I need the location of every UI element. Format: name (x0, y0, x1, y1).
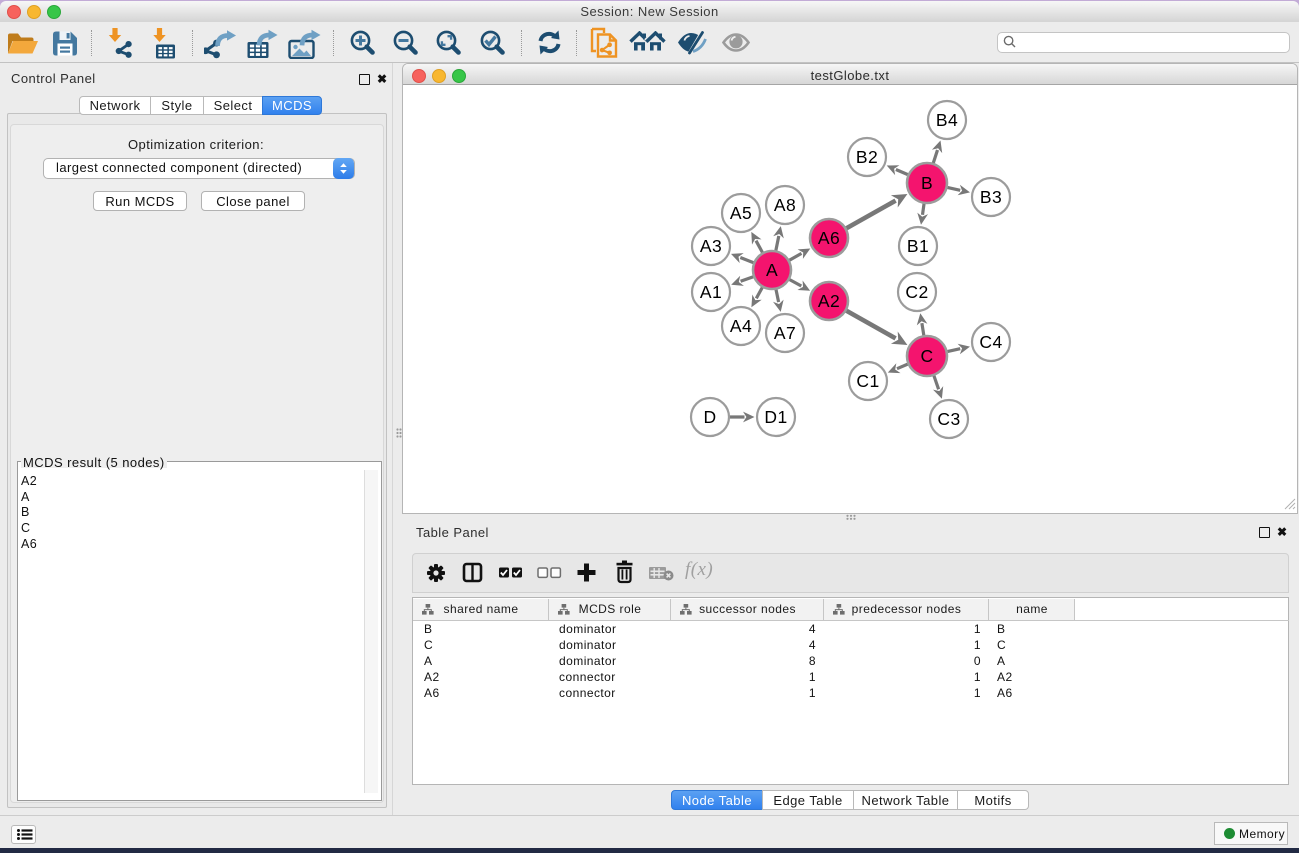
svg-text:A4: A4 (730, 316, 752, 336)
svg-text:B2: B2 (856, 147, 878, 167)
svg-text:A5: A5 (730, 203, 752, 223)
svg-text:A3: A3 (700, 236, 722, 256)
svg-text:C4: C4 (979, 332, 1002, 352)
svg-text:B3: B3 (980, 187, 1002, 207)
svg-text:C1: C1 (856, 371, 879, 391)
svg-text:A7: A7 (774, 323, 796, 343)
svg-text:B1: B1 (907, 236, 929, 256)
svg-text:C3: C3 (937, 409, 960, 429)
svg-text:A8: A8 (774, 195, 796, 215)
svg-text:C2: C2 (905, 282, 928, 302)
svg-text:A2: A2 (818, 291, 840, 311)
svg-text:B: B (921, 173, 933, 193)
svg-text:D1: D1 (764, 407, 787, 427)
svg-text:B4: B4 (936, 110, 958, 130)
svg-text:A1: A1 (700, 282, 722, 302)
svg-text:A: A (766, 260, 778, 280)
svg-text:C: C (920, 346, 933, 366)
svg-text:A6: A6 (818, 228, 840, 248)
svg-text:D: D (703, 407, 716, 427)
